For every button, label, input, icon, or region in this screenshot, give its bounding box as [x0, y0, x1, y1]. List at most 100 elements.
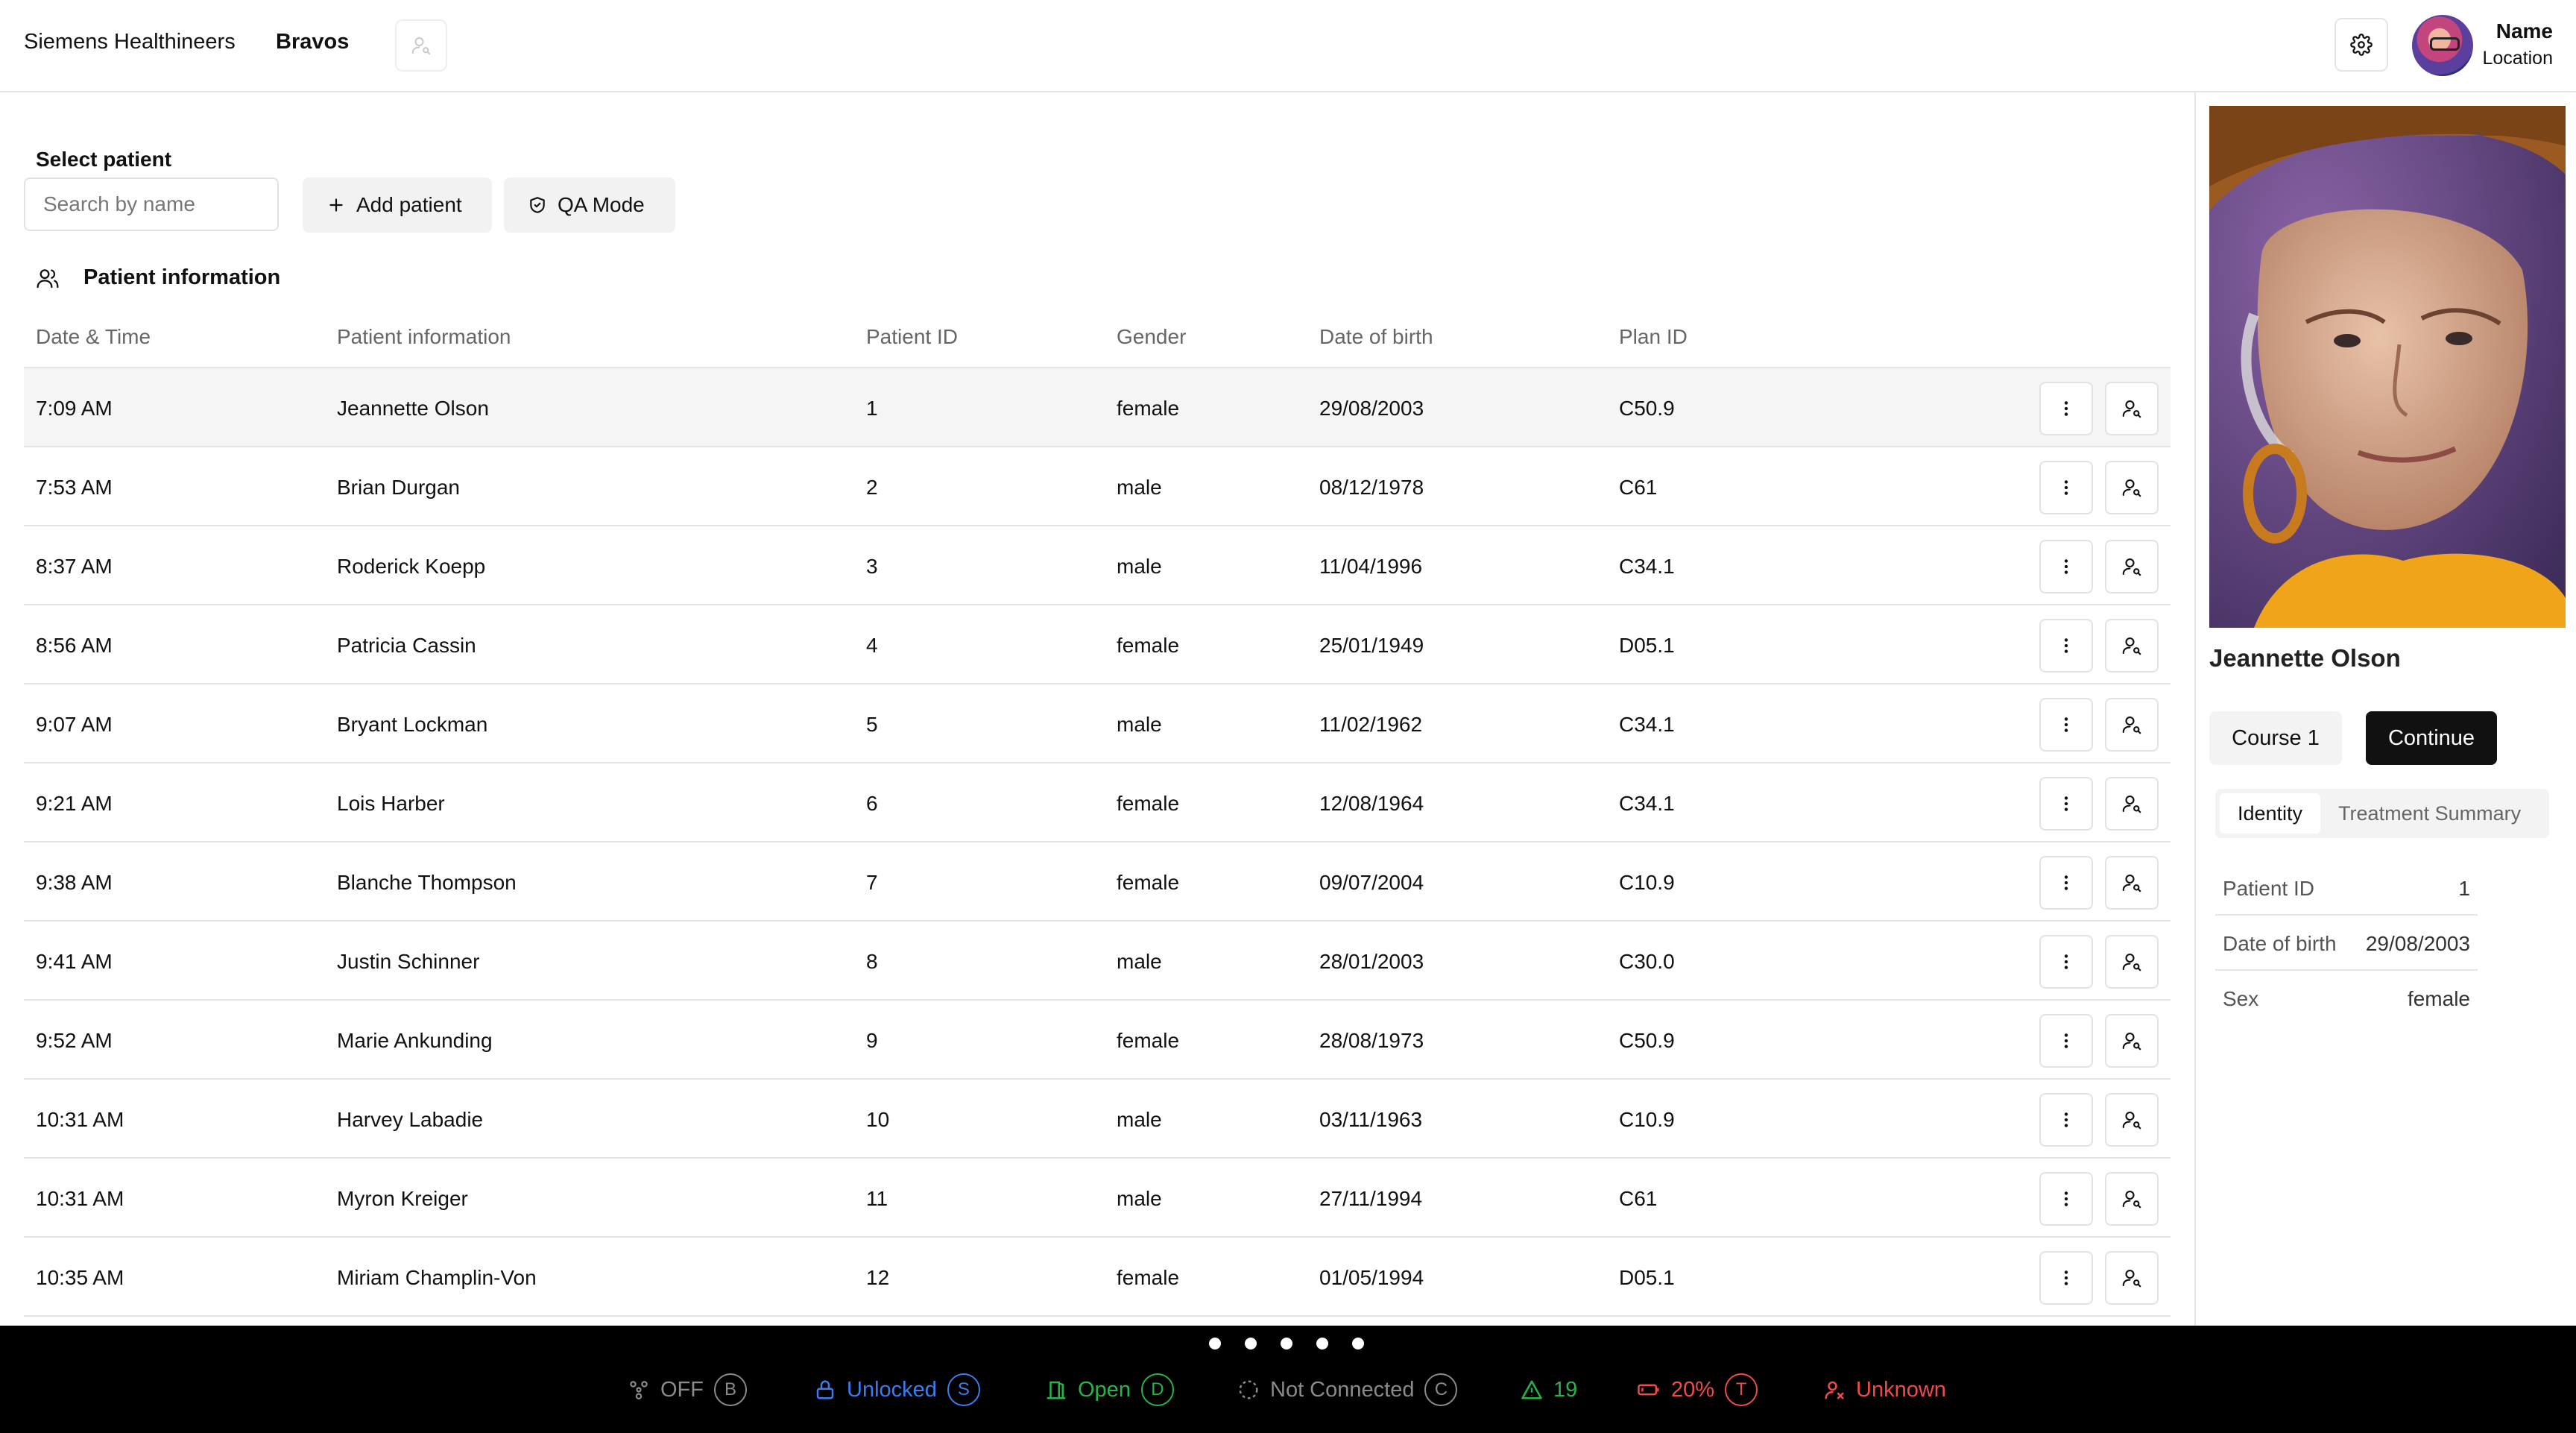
row-more-button[interactable] — [2039, 619, 2093, 673]
row-open-patient-button[interactable] — [2105, 1093, 2159, 1147]
status-user[interactable]: Unknown — [1823, 1373, 1946, 1406]
table-row[interactable]: 7:53 AM Brian Durgan 2 male 08/12/1978 C61 — [24, 447, 2171, 526]
row-open-patient-button[interactable] — [2105, 777, 2159, 831]
identity-value: 29/08/2003 — [2365, 932, 2470, 955]
settings-button[interactable] — [2334, 18, 2388, 72]
row-open-patient-button[interactable] — [2105, 856, 2159, 910]
tab-treatment-summary[interactable]: Treatment Summary — [2320, 793, 2539, 834]
row-more-button[interactable] — [2039, 1014, 2093, 1068]
user-search-icon — [2121, 951, 2143, 973]
product-name[interactable]: Bravos — [276, 30, 349, 54]
row-more-button[interactable] — [2039, 935, 2093, 989]
cell-gender: male — [1117, 555, 1162, 578]
table-row[interactable]: 9:38 AM Blanche Thompson 7 female 09/07/2004… — [24, 843, 2171, 922]
row-more-button[interactable] — [2039, 1172, 2093, 1226]
table-row[interactable]: 9:41 AM Justin Schinner 8 male 28/01/2003 C30… — [24, 922, 2171, 1001]
more-vertical-icon — [2056, 873, 2076, 892]
cell-gender: male — [1117, 476, 1162, 499]
row-open-patient-button[interactable] — [2105, 1014, 2159, 1068]
status-label: 20% — [1671, 1377, 1715, 1402]
row-open-patient-button[interactable] — [2105, 1172, 2159, 1226]
column-header[interactable]: Patient information — [337, 325, 511, 349]
avatar[interactable] — [2412, 15, 2473, 76]
cell-name: Roderick Koepp — [337, 555, 486, 578]
status-beam[interactable]: OFF B — [628, 1373, 747, 1406]
cell-time: 9:21 AM — [36, 792, 113, 815]
cell-id: 2 — [866, 476, 878, 499]
table-header: Date & Time Patient information Patient … — [24, 313, 2171, 368]
row-more-button[interactable] — [2039, 698, 2093, 752]
row-open-patient-button[interactable] — [2105, 382, 2159, 435]
cell-id: 4 — [866, 634, 878, 657]
cell-id: 7 — [866, 871, 878, 894]
page-dot[interactable] — [1209, 1338, 1221, 1349]
table-row[interactable]: 9:52 AM Marie Ankunding 9 female 28/08/1973 C… — [24, 1001, 2171, 1080]
user-search-icon — [2121, 872, 2143, 894]
identity-row-sex: Sex female — [2215, 971, 2478, 1026]
page-dot[interactable] — [1245, 1338, 1257, 1349]
cell-plan: C10.9 — [1619, 871, 1675, 894]
row-open-patient-button[interactable] — [2105, 1251, 2159, 1305]
status-connection[interactable]: Not Connected C — [1237, 1373, 1458, 1406]
add-patient-button[interactable]: Add patient — [303, 177, 492, 233]
status-battery[interactable]: 20% T — [1637, 1373, 1758, 1406]
row-open-patient-button[interactable] — [2105, 935, 2159, 989]
identity-key: Date of birth — [2223, 932, 2337, 955]
cell-name: Marie Ankunding — [337, 1029, 493, 1052]
more-vertical-icon — [2056, 636, 2076, 655]
patient-table: Date & Time Patient information Patient … — [24, 313, 2171, 1317]
cell-gender: female — [1117, 871, 1180, 894]
row-more-button[interactable] — [2039, 1251, 2093, 1305]
column-header[interactable]: Date & Time — [36, 325, 151, 349]
status-warnings[interactable]: 19 — [1521, 1373, 1577, 1406]
cell-dob: 28/08/1973 — [1319, 1029, 1424, 1052]
table-row[interactable]: 9:21 AM Lois Harber 6 female 12/08/1964 C34.1 — [24, 763, 2171, 843]
add-patient-label: Add patient — [356, 193, 462, 216]
row-more-button[interactable] — [2039, 382, 2093, 435]
status-label: Open — [1078, 1377, 1131, 1402]
row-more-button[interactable] — [2039, 540, 2093, 593]
row-more-button[interactable] — [2039, 1093, 2093, 1147]
cell-id: 8 — [866, 950, 878, 973]
qa-mode-button[interactable]: QA Mode — [504, 177, 675, 233]
cell-dob: 28/01/2003 — [1319, 950, 1424, 973]
row-more-button[interactable] — [2039, 777, 2093, 831]
search-input[interactable] — [24, 177, 279, 231]
column-header[interactable]: Patient ID — [866, 325, 958, 349]
course-select-button[interactable]: Course 1 — [2209, 711, 2342, 765]
header-patient-button[interactable] — [395, 19, 447, 72]
user-search-icon — [410, 34, 432, 57]
column-header[interactable]: Plan ID — [1619, 325, 1688, 349]
row-open-patient-button[interactable] — [2105, 698, 2159, 752]
row-more-button[interactable] — [2039, 461, 2093, 514]
page-dot[interactable] — [1281, 1338, 1292, 1349]
more-vertical-icon — [2056, 1189, 2076, 1209]
lock-open-icon — [814, 1379, 836, 1401]
row-more-button[interactable] — [2039, 856, 2093, 910]
table-row[interactable]: 8:56 AM Patricia Cassin 4 female 25/01/1949 D… — [24, 605, 2171, 684]
column-header[interactable]: Gender — [1117, 325, 1186, 349]
table-row[interactable]: 10:31 AM Harvey Labadie 10 male 03/11/1963 C1… — [24, 1080, 2171, 1159]
cell-name: Jeannette Olson — [337, 397, 489, 420]
page-dot[interactable] — [1316, 1338, 1328, 1349]
more-vertical-icon — [2056, 794, 2076, 813]
table-row[interactable]: 7:09 AM Jeannette Olson 1 female 29/08/2003 C… — [24, 368, 2171, 447]
table-row[interactable]: 10:31 AM Myron Kreiger 11 male 27/11/1994 C61 — [24, 1159, 2171, 1238]
column-header[interactable]: Date of birth — [1319, 325, 1433, 349]
status-lock[interactable]: Unlocked S — [814, 1373, 980, 1406]
cell-gender: male — [1117, 713, 1162, 736]
table-row[interactable]: 10:35 AM Miriam Champlin-Von 12 female 01/05… — [24, 1238, 2171, 1317]
page-dot[interactable] — [1352, 1338, 1364, 1349]
table-row[interactable]: 9:07 AM Bryant Lockman 5 male 11/02/1962 C34.… — [24, 684, 2171, 763]
status-door[interactable]: Open D — [1045, 1373, 1174, 1406]
row-open-patient-button[interactable] — [2105, 461, 2159, 514]
shortcut-key: D — [1140, 1373, 1174, 1406]
table-row[interactable]: 8:37 AM Roderick Koepp 3 male 11/04/1996 C34.… — [24, 526, 2171, 605]
continue-button[interactable]: Continue — [2366, 711, 2497, 765]
row-open-patient-button[interactable] — [2105, 540, 2159, 593]
status-label: OFF — [660, 1377, 704, 1402]
cell-gender: male — [1117, 950, 1162, 973]
row-open-patient-button[interactable] — [2105, 619, 2159, 673]
tab-identity[interactable]: Identity — [2220, 793, 2321, 834]
cell-time: 9:52 AM — [36, 1029, 113, 1052]
